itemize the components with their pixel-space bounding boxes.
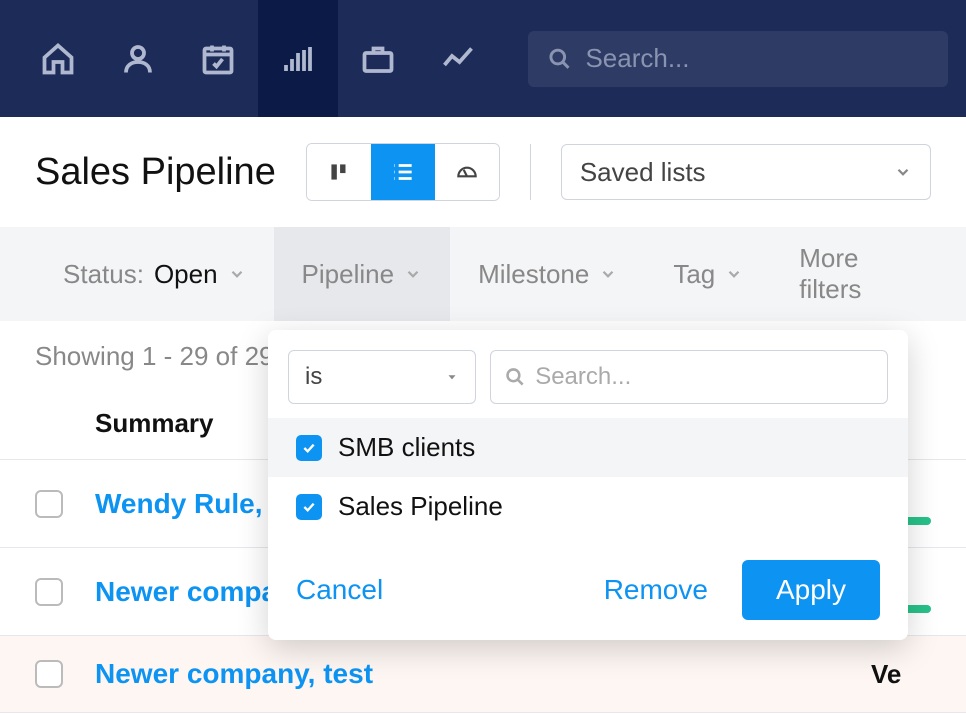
cancel-button[interactable]: Cancel — [296, 574, 383, 606]
home-icon — [40, 41, 76, 77]
check-icon — [301, 499, 317, 515]
nav-calendar[interactable] — [178, 0, 258, 117]
filter-more-label: More filters — [799, 243, 903, 305]
page-header: Sales Pipeline Saved lists — [0, 117, 966, 227]
filter-status-label: Status: — [63, 259, 144, 290]
checkbox-checked[interactable] — [296, 494, 322, 520]
top-navigation — [0, 0, 966, 117]
popup-option[interactable]: SMB clients — [268, 418, 908, 477]
search-input[interactable] — [585, 43, 928, 74]
filter-bar: Status: Open Pipeline Milestone Tag More… — [0, 227, 966, 321]
chevron-down-icon — [228, 265, 246, 283]
row-checkbox[interactable] — [35, 490, 63, 518]
caret-down-icon — [445, 370, 459, 384]
board-icon — [326, 159, 352, 185]
filter-pipeline[interactable]: Pipeline — [274, 227, 451, 321]
nav-cases[interactable] — [338, 0, 418, 117]
trend-icon — [440, 41, 476, 77]
filter-pipeline-label: Pipeline — [302, 259, 395, 290]
list-icon — [390, 159, 416, 185]
checkbox-checked[interactable] — [296, 435, 322, 461]
search-icon — [548, 46, 571, 72]
view-toggle — [306, 143, 500, 201]
search-icon — [505, 366, 525, 388]
condition-value: is — [305, 363, 322, 391]
view-board-button[interactable] — [307, 144, 371, 200]
saved-lists-label: Saved lists — [580, 157, 706, 188]
bars-icon — [280, 41, 316, 77]
chevron-down-icon — [725, 265, 743, 283]
gauge-icon — [454, 159, 480, 185]
calendar-icon — [200, 41, 236, 77]
global-search[interactable] — [528, 31, 948, 87]
divider — [530, 144, 531, 200]
filter-more[interactable]: More filters — [771, 227, 931, 321]
row-checkbox[interactable] — [35, 660, 63, 688]
popup-option-label: Sales Pipeline — [338, 491, 503, 522]
popup-search-input[interactable] — [535, 363, 873, 391]
briefcase-icon — [360, 41, 396, 77]
pipeline-filter-popup: is SMB clients Sales Pipeline Cancel Rem… — [268, 330, 908, 640]
filter-status[interactable]: Status: Open — [35, 227, 274, 321]
person-icon — [120, 41, 156, 77]
table-row: Newer company, test Ve — [0, 636, 966, 713]
row-milestone: Ve — [871, 659, 931, 690]
remove-button[interactable]: Remove — [604, 574, 708, 606]
filter-status-value: Open — [154, 259, 218, 290]
chevron-down-icon — [404, 265, 422, 283]
filter-milestone[interactable]: Milestone — [450, 227, 645, 321]
popup-option[interactable]: Sales Pipeline — [268, 477, 908, 536]
nav-reports[interactable] — [418, 0, 498, 117]
filter-milestone-label: Milestone — [478, 259, 589, 290]
view-dashboard-button[interactable] — [435, 144, 499, 200]
filter-tag[interactable]: Tag — [645, 227, 771, 321]
view-list-button[interactable] — [371, 144, 435, 200]
nav-pipeline[interactable] — [258, 0, 338, 117]
row-checkbox[interactable] — [35, 578, 63, 606]
row-summary-link[interactable]: Newer company, test — [95, 658, 871, 690]
saved-lists-dropdown[interactable]: Saved lists — [561, 144, 931, 200]
page-title: Sales Pipeline — [35, 151, 276, 194]
condition-select[interactable]: is — [288, 350, 476, 404]
filter-tag-label: Tag — [673, 259, 715, 290]
apply-button[interactable]: Apply — [742, 560, 880, 620]
popup-search[interactable] — [490, 350, 888, 404]
nav-home[interactable] — [18, 0, 98, 117]
chevron-down-icon — [599, 265, 617, 283]
check-icon — [301, 440, 317, 456]
chevron-down-icon — [894, 163, 912, 181]
popup-option-label: SMB clients — [338, 432, 475, 463]
nav-contacts[interactable] — [98, 0, 178, 117]
showing-text: Showing 1 - 29 of 29 — [35, 341, 274, 372]
